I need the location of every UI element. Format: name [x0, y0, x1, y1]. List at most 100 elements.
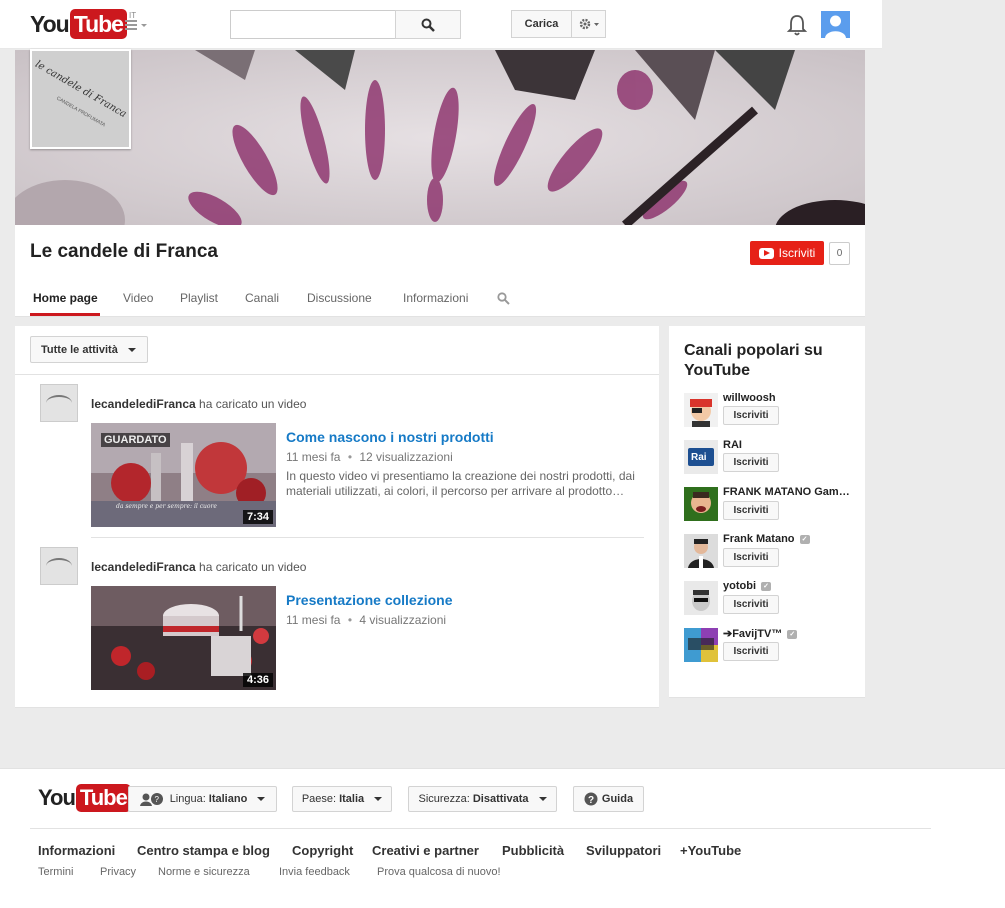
footer-link-about[interactable]: Informazioni — [38, 843, 115, 858]
footer-link-developers[interactable]: Sviluppatori — [586, 843, 661, 858]
footer-link-plus-youtube[interactable]: +YouTube — [680, 843, 741, 858]
channel-subscribe-button[interactable]: Iscriviti — [723, 548, 779, 567]
country-picker-button[interactable]: Paese: Italia — [292, 786, 392, 812]
help-button[interactable]: ? Guida — [573, 786, 644, 812]
popular-channel-name[interactable]: ➔FavijTV™ ✓ — [723, 627, 798, 640]
uploader-link[interactable]: lecandelediFranca — [91, 397, 196, 411]
footer-link-terms[interactable]: Termini — [38, 866, 73, 878]
avatar-icon — [825, 15, 846, 38]
uploader-avatar[interactable] — [40, 384, 78, 422]
country-label: Paese: — [301, 793, 337, 805]
channel-thumbnail[interactable] — [684, 581, 718, 615]
notifications-button[interactable] — [786, 13, 808, 37]
channel-thumbnail[interactable] — [684, 487, 718, 521]
channel-banner — [15, 50, 865, 225]
popular-channel-name[interactable]: willwoosh — [723, 392, 776, 404]
banner-image — [15, 50, 865, 225]
activity-action: ha caricato un video — [195, 560, 307, 574]
channel-avatar[interactable]: le candele di Franca CANDELA PROFUMATA — [30, 49, 131, 149]
video-title-link[interactable]: Come nascono i nostri prodotti — [286, 429, 494, 445]
channel-thumbnail[interactable] — [684, 534, 718, 568]
popular-channel-name[interactable]: Frank Matano ✓ — [723, 533, 810, 545]
video-thumbnail[interactable]: 4:36 — [91, 586, 276, 690]
account-avatar[interactable] — [821, 11, 850, 38]
country-value: Italia — [339, 793, 365, 805]
language-value: Italiano — [208, 793, 248, 805]
caret-icon — [374, 797, 383, 801]
footer-link-policy[interactable]: Norme e sicurezza — [158, 866, 250, 878]
video-views: 12 visualizzazioni — [359, 450, 453, 464]
language-label: Lingua: — [169, 793, 206, 805]
search-button[interactable] — [395, 10, 461, 39]
video-meta: 11 mesi fa • 12 visualizzazioni — [286, 450, 453, 464]
video-description: In questo video vi presentiamo la creazi… — [286, 469, 651, 499]
divider — [30, 828, 931, 829]
activity-filter-dropdown[interactable]: Tutte le attività — [30, 336, 148, 363]
channel-thumbnail[interactable]: Rai — [684, 440, 718, 474]
subscribe-button[interactable]: Iscriviti — [750, 241, 824, 265]
caret-icon — [538, 797, 547, 801]
channel-subscribe-button[interactable]: Iscriviti — [723, 406, 779, 425]
channel-title: Le candele di Franca — [30, 241, 218, 262]
help-label: Guida — [601, 793, 634, 805]
search-icon — [421, 18, 435, 32]
tab-playlist[interactable]: Playlist — [180, 291, 218, 305]
guide-menu-button[interactable] — [125, 16, 151, 34]
channel-subscribe-button[interactable]: Iscriviti — [723, 501, 779, 520]
rai-logo-text: Rai — [691, 452, 707, 463]
popular-channel-name-text: Frank Matano — [723, 533, 795, 545]
popular-channel-name-text: ➔FavijTV™ — [723, 628, 783, 640]
activity-filter-label: Tutte le attività — [41, 343, 118, 356]
caret-icon — [257, 797, 266, 801]
svg-text:?: ? — [154, 795, 159, 804]
tab-video[interactable]: Video — [123, 291, 153, 305]
channel-thumbnail[interactable] — [684, 628, 718, 662]
tab-home[interactable]: Home page — [33, 291, 98, 305]
footer-link-advertising[interactable]: Pubblicità — [502, 843, 564, 858]
footer-link-press[interactable]: Centro stampa e blog — [137, 843, 270, 858]
popular-channel-name[interactable]: yotobi ✓ — [723, 580, 771, 592]
channel-search-button[interactable] — [497, 292, 510, 308]
divider — [15, 374, 659, 375]
safety-label: Sicurezza: — [418, 793, 470, 805]
tab-discussion[interactable]: Discussione — [307, 291, 372, 305]
divider — [91, 537, 644, 538]
safety-value: Disattivata — [472, 793, 529, 805]
footer-link-copyright[interactable]: Copyright — [292, 843, 353, 858]
video-description-line: In questo video vi presentiamo la creazi… — [286, 469, 635, 483]
footer-link-privacy[interactable]: Privacy — [100, 866, 136, 878]
upload-button[interactable]: Carica — [511, 10, 572, 38]
tab-channels[interactable]: Canali — [245, 291, 279, 305]
video-thumbnail[interactable]: GUARDATO da sempre e per sempre: il cuor… — [91, 423, 276, 527]
popular-channel-name-text: yotobi — [723, 580, 756, 592]
video-description-line: materiali utilizzati, ai colori, il perc… — [286, 484, 625, 498]
popular-channel-name[interactable]: RAI — [723, 439, 742, 451]
video-title-link[interactable]: Presentazione collezione — [286, 592, 453, 608]
uploader-link[interactable]: lecandelediFranca — [91, 560, 196, 574]
play-icon — [758, 247, 774, 259]
popular-channels-title: Canali popolari su YouTube — [684, 342, 823, 379]
verified-icon: ✓ — [799, 534, 810, 544]
footer-link-try-new[interactable]: Prova qualcosa di nuovo! — [377, 866, 501, 878]
footer-logo[interactable]: You Tube — [38, 784, 131, 812]
popular-channel-name[interactable]: FRANK MATANO Gam… — [723, 486, 850, 498]
youtube-logo[interactable]: You Tube IT — [30, 9, 136, 39]
verified-icon: ✓ — [761, 581, 771, 591]
footer-logo-you: You — [38, 785, 76, 810]
channel-thumbnail[interactable] — [684, 393, 718, 427]
channel-subscribe-button[interactable]: Iscriviti — [723, 453, 779, 472]
channel-subscribe-button[interactable]: Iscriviti — [723, 642, 779, 661]
uploader-avatar[interactable] — [40, 547, 78, 585]
safety-mode-button[interactable]: Sicurezza: Disattivata — [408, 786, 557, 812]
language-picker-button[interactable]: ? Lingua: Italiano — [128, 786, 277, 812]
activity-action: ha caricato un video — [195, 397, 307, 411]
footer-logo-tube: Tube — [75, 784, 131, 812]
active-tab-indicator — [30, 313, 100, 316]
video-duration: 7:34 — [242, 510, 273, 524]
search-input[interactable] — [230, 10, 396, 39]
footer-link-feedback[interactable]: Invia feedback — [279, 866, 350, 878]
channel-subscribe-button[interactable]: Iscriviti — [723, 595, 779, 614]
footer-link-creators[interactable]: Creativi e partner — [372, 843, 479, 858]
tab-about[interactable]: Informazioni — [403, 291, 468, 305]
settings-button[interactable] — [571, 10, 606, 38]
